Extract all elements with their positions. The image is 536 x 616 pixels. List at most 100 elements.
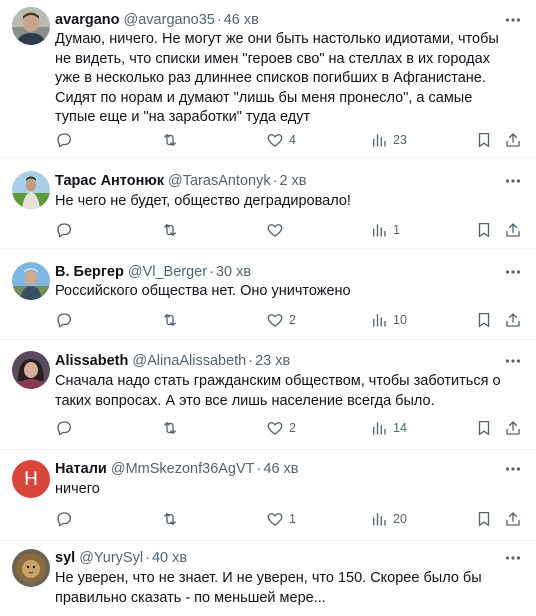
like-button[interactable] [266,220,289,240]
reply-text: Российского общества нет. Оно уничтожено [55,283,351,299]
like-count: 1 [289,512,296,526]
bookmark-button[interactable] [475,310,493,330]
avatar[interactable]: Н [12,460,50,498]
post-time[interactable]: 46 хв [263,461,298,477]
repost-button[interactable] [161,130,184,150]
reply-button[interactable] [55,310,78,330]
like-button[interactable]: 1 [266,509,296,529]
views-icon [373,314,386,327]
action-bar: 2 14 [55,418,520,438]
more-icon[interactable] [504,263,522,281]
reply-button[interactable] [55,418,78,438]
reply-button[interactable] [55,509,78,529]
more-icon[interactable] [504,460,522,478]
share-icon [506,223,520,237]
avatar-letter: Н [12,460,50,498]
like-icon [267,314,283,327]
avatar[interactable] [12,7,50,45]
reply-text: Сначала надо стать гражданским обществом… [55,373,501,409]
more-icon[interactable] [504,11,522,29]
reply-text: ничего [55,481,100,497]
share-icon [506,512,520,526]
reply-text: Думаю, ничего. Не могут же они быть наст… [55,31,499,125]
bookmark-icon [478,222,490,238]
author-handle[interactable]: @TarasAntonyk [168,173,271,189]
reply-item[interactable]: avargano @avargano35 · 46 хв Думаю, ничего… [0,0,536,158]
bookmark-button[interactable] [475,130,493,150]
like-count: 2 [289,421,296,435]
more-icon[interactable] [504,352,522,370]
reply-icon [57,421,72,436]
repost-button[interactable] [161,310,184,330]
avatar[interactable] [12,351,50,389]
avatar[interactable] [12,549,50,587]
share-icon [506,421,520,435]
views-button[interactable]: 20 [370,509,407,529]
author-name[interactable]: Тарас Антонюк [55,173,164,189]
reply-item[interactable]: syl @YurySyl · 40 хв Не уверен, что не зна… [0,541,536,616]
avatar[interactable] [12,262,50,300]
post-time[interactable]: 30 хв [216,264,251,280]
like-button[interactable]: 4 [266,130,296,150]
author-name[interactable]: Alissabeth [55,353,128,369]
author-handle[interactable]: @MmSkezonf36AgVT [111,461,255,477]
repost-icon [164,314,176,326]
share-button[interactable] [504,418,522,438]
author-name[interactable]: avargano [55,12,119,28]
author-handle[interactable]: @Vl_Berger [128,264,207,280]
views-icon [373,422,386,435]
reply-item[interactable]: Тарас Антонюк @TarasAntonyk · 2 хв Не чего… [0,158,536,249]
more-icon[interactable] [504,549,522,567]
reply-item[interactable]: В. Бергер @Vl_Berger · 30 хв Российского о… [0,249,536,340]
like-icon [267,513,283,526]
avatar[interactable] [12,171,50,209]
post-time[interactable]: 2 хв [279,173,306,189]
post-time[interactable]: 40 хв [152,550,187,566]
views-count: 1 [393,223,400,237]
repost-button[interactable] [161,509,184,529]
share-button[interactable] [504,509,522,529]
share-button[interactable] [504,310,522,330]
share-button[interactable] [504,130,522,150]
like-button[interactable]: 2 [266,310,296,330]
author-handle[interactable]: @AlinaAlissabeth [132,353,246,369]
post-time[interactable]: 23 хв [255,353,290,369]
reply-item[interactable]: Alissabeth @AlinaAlissabeth · 23 хв Сначал… [0,340,536,450]
repost-button[interactable] [161,220,184,240]
views-icon [373,134,386,147]
views-icon [373,513,386,526]
reply-icon [57,313,72,328]
views-button[interactable]: 1 [370,220,400,240]
reply-icon [57,133,72,148]
reply-button[interactable] [55,130,78,150]
share-button[interactable] [504,220,522,240]
views-button[interactable]: 10 [370,310,407,330]
author-name[interactable]: В. Бергер [55,264,124,280]
separator-dot: · [209,264,214,280]
views-button[interactable]: 23 [370,130,407,150]
views-count: 20 [393,512,407,526]
separator-dot: · [272,173,278,189]
separator-dot: · [216,12,222,28]
bookmark-button[interactable] [475,220,493,240]
repost-button[interactable] [161,418,184,438]
author-name[interactable]: syl [55,550,75,566]
separator-dot: · [248,353,254,369]
reply-button[interactable] [55,220,78,240]
reply-text: Не уверен, что не знает. И не уверен, чт… [55,570,482,606]
bookmark-button[interactable] [475,509,493,529]
separator-dot: · [145,550,150,566]
post-time[interactable]: 46 хв [224,12,259,28]
author-name[interactable]: Натали [55,461,107,477]
like-button[interactable]: 2 [266,418,296,438]
reply-item[interactable]: Н Натали @MmSkezonf36AgVT · 46 хв ничего 1 [0,450,536,541]
bookmark-icon [478,511,490,527]
more-icon[interactable] [504,172,522,190]
bookmark-icon [478,420,490,436]
author-handle[interactable]: @avargano35 [124,12,215,28]
action-bar: 4 23 [55,130,520,150]
bookmark-button[interactable] [475,418,493,438]
author-handle[interactable]: @YurySyl [79,550,143,566]
repost-icon [164,224,176,236]
views-button[interactable]: 14 [370,418,407,438]
